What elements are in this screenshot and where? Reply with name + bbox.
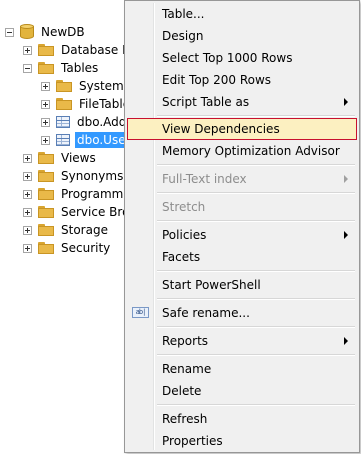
tree-node-label: Views [61, 151, 96, 165]
menu-item-reports[interactable]: Reports [127, 330, 357, 352]
folder-icon [38, 170, 54, 182]
menu-item-delete[interactable]: Delete [127, 380, 357, 402]
submenu-arrow-icon [344, 231, 348, 239]
expand-icon[interactable] [23, 45, 32, 55]
menu-separator [157, 298, 355, 299]
menu-item-label: Memory Optimization Advisor [162, 144, 340, 158]
folder-icon [56, 98, 72, 110]
table-icon [56, 116, 70, 128]
expand-icon[interactable] [41, 117, 50, 127]
folder-icon [38, 62, 54, 74]
menu-item-script-table-as[interactable]: Script Table as [127, 91, 357, 113]
tree-node-programmability[interactable]: Programmat [23, 185, 137, 203]
menu-item-label: Policies [162, 228, 207, 242]
folder-icon [38, 188, 54, 200]
expand-icon[interactable] [41, 99, 50, 109]
expand-icon[interactable] [23, 225, 32, 235]
menu-item-label: Stretch [162, 200, 206, 214]
rename-field-icon: ab| [132, 307, 149, 318]
expand-icon[interactable] [23, 171, 32, 181]
tree-node-views[interactable]: Views [23, 149, 98, 167]
tree-node-label: dbo.Add [77, 115, 127, 129]
menu-separator [157, 115, 355, 116]
expand-icon[interactable] [41, 135, 50, 145]
collapse-icon[interactable] [23, 63, 32, 73]
table-icon [56, 134, 70, 146]
menu-separator [157, 326, 355, 327]
tree-node-label: Synonyms [61, 169, 124, 183]
expand-icon[interactable] [23, 153, 32, 163]
tree-node-label: NewDB [41, 25, 85, 39]
menu-item-label: Script Table as [162, 95, 250, 109]
menu-item-properties[interactable]: Properties [127, 430, 357, 452]
expand-icon[interactable] [23, 207, 32, 217]
menu-separator [157, 404, 355, 405]
menu-item-label: Reports [162, 334, 209, 348]
tree-node-label: Security [61, 241, 111, 255]
folder-icon [38, 224, 54, 236]
menu-item-view-dependencies[interactable]: View Dependencies [127, 118, 357, 140]
folder-icon [38, 206, 54, 218]
menu-item-rename[interactable]: Rename [127, 358, 357, 380]
tree-node-tables[interactable]: Tables [23, 59, 100, 77]
menu-item-label: Properties [162, 434, 223, 448]
tree-node-table-address[interactable]: dbo.Add [41, 113, 128, 131]
tree-node-label: Tables [61, 61, 99, 75]
submenu-arrow-icon [344, 175, 348, 183]
menu-item-label: Rename [162, 362, 212, 376]
menu-item-label: Start PowerShell [162, 278, 261, 292]
menu-separator [157, 220, 355, 221]
tree-node-security[interactable]: Security [23, 239, 112, 257]
expand-icon[interactable] [23, 189, 32, 199]
menu-item-label: Delete [162, 384, 202, 398]
menu-separator [157, 192, 355, 193]
submenu-arrow-icon [344, 98, 348, 106]
menu-item-edit-top-rows[interactable]: Edit Top 200 Rows [127, 69, 357, 91]
menu-item-label: Full-Text index [162, 172, 247, 186]
menu-item-label: Table... [162, 7, 205, 21]
tree-node-table-user[interactable]: dbo.User [41, 131, 133, 149]
tree-node-system-tables[interactable]: System T [41, 77, 137, 95]
menu-item-label: Edit Top 200 Rows [162, 73, 272, 87]
tree-node-synonyms[interactable]: Synonyms [23, 167, 125, 185]
menu-item-label: Refresh [162, 412, 208, 426]
menu-item-full-text-index[interactable]: Full-Text index [127, 168, 357, 190]
folder-icon [38, 44, 54, 56]
folder-icon [38, 152, 54, 164]
tree-node-filetables[interactable]: FileTable [41, 95, 132, 113]
context-menu: Table... Design Select Top 1000 Rows Edi… [124, 0, 360, 453]
menu-item-label: Facets [162, 250, 201, 264]
database-icon [20, 24, 34, 40]
expand-icon[interactable] [23, 243, 32, 253]
tree-node-database[interactable]: NewDB [5, 23, 87, 41]
menu-item-memory-optimization-advisor[interactable]: Memory Optimization Advisor [127, 140, 357, 162]
menu-item-refresh[interactable]: Refresh [127, 408, 357, 430]
menu-item-safe-rename[interactable]: ab| Safe rename... [127, 302, 357, 324]
folder-icon [56, 80, 72, 92]
menu-item-label: Select Top 1000 Rows [162, 51, 293, 65]
menu-item-stretch[interactable]: Stretch [127, 196, 357, 218]
submenu-arrow-icon [344, 337, 348, 345]
tree-node-label: Storage [61, 223, 108, 237]
menu-item-select-top-rows[interactable]: Select Top 1000 Rows [127, 47, 357, 69]
tree-node-storage[interactable]: Storage [23, 221, 110, 239]
menu-item-new-table[interactable]: Table... [127, 3, 357, 25]
menu-item-label: View Dependencies [162, 122, 280, 136]
menu-item-start-powershell[interactable]: Start PowerShell [127, 274, 357, 296]
menu-separator [157, 270, 355, 271]
menu-item-label: Safe rename... [162, 306, 250, 320]
menu-item-facets[interactable]: Facets [127, 246, 357, 268]
menu-item-policies[interactable]: Policies [127, 224, 357, 246]
menu-item-design[interactable]: Design [127, 25, 357, 47]
folder-icon [38, 242, 54, 254]
expand-icon[interactable] [41, 81, 50, 91]
collapse-icon[interactable] [5, 27, 14, 37]
menu-separator [157, 354, 355, 355]
menu-item-label: Design [162, 29, 204, 43]
menu-separator [157, 164, 355, 165]
